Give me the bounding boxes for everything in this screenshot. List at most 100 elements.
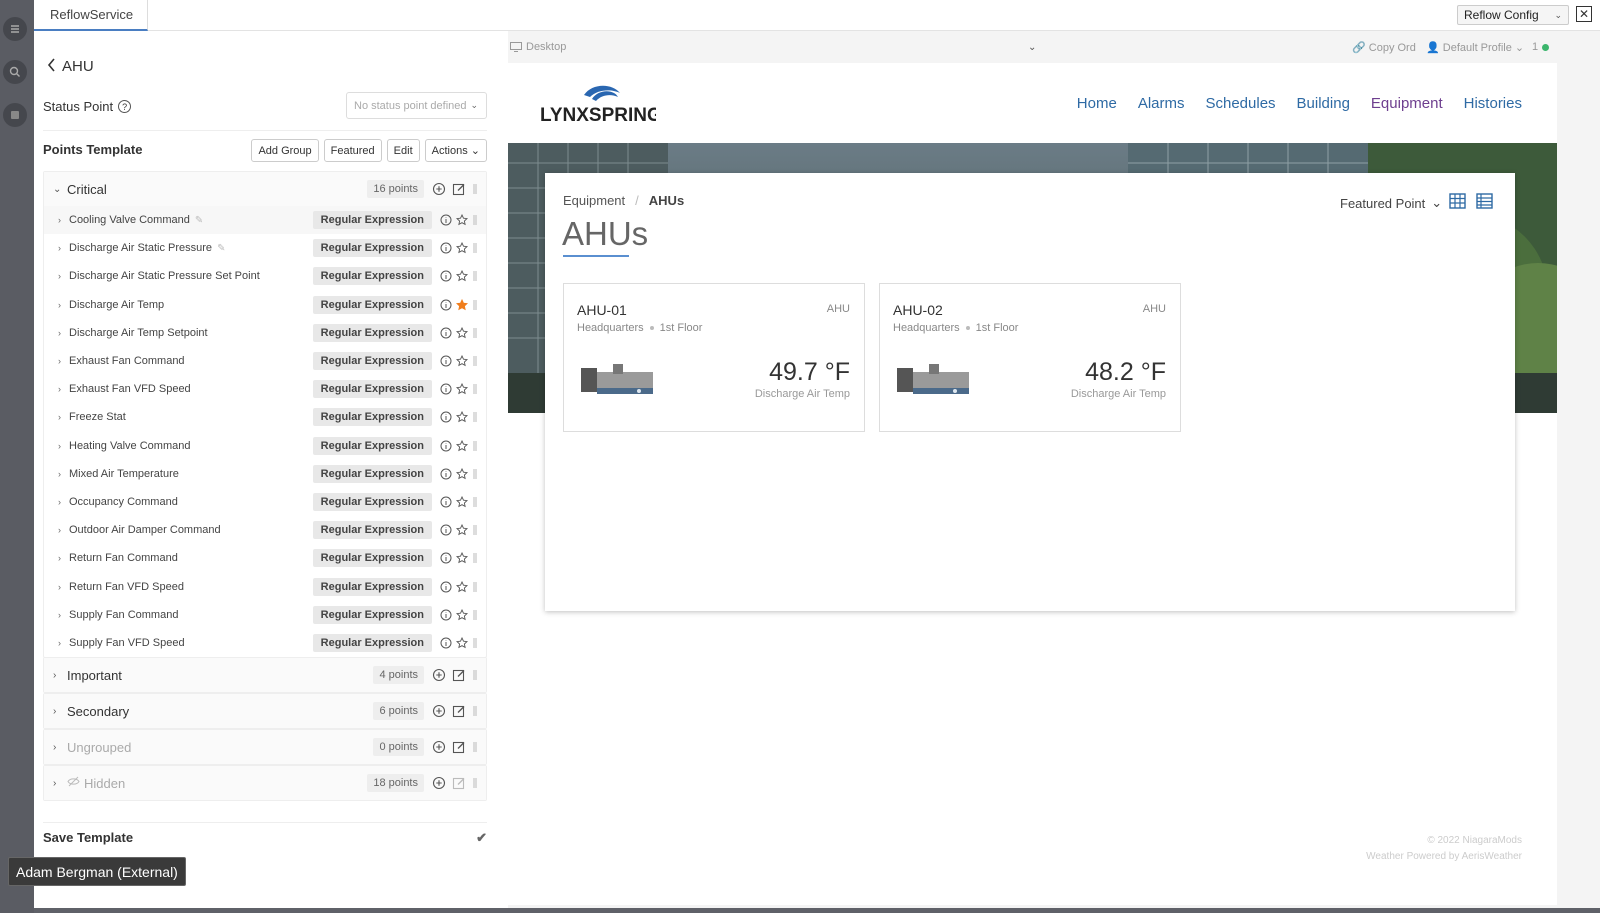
drag-handle-icon[interactable] <box>472 242 478 254</box>
chevron-right-icon[interactable]: › <box>58 412 69 422</box>
group-header-important[interactable]: › Important 4 points <box>44 658 486 692</box>
drag-handle-icon[interactable] <box>472 383 478 395</box>
pencil-icon[interactable]: ✎ <box>217 243 225 254</box>
star-icon[interactable] <box>456 383 468 395</box>
match-type-badge[interactable]: Regular Expression <box>312 492 432 511</box>
featured-point-select[interactable]: Featured Point ⌄ <box>1340 195 1442 211</box>
profile-selector[interactable]: 👤 Default Profile ⌄ <box>1426 41 1524 54</box>
nav-home[interactable]: Home <box>1077 95 1117 112</box>
point-row[interactable]: › Supply Fan Command Regular Expression <box>44 601 486 629</box>
chevron-down-icon[interactable]: ⌄ <box>53 184 67 195</box>
edit-icon[interactable] <box>452 704 466 718</box>
edit-icon[interactable] <box>452 740 466 754</box>
info-icon[interactable] <box>440 383 452 395</box>
point-row[interactable]: › Supply Fan VFD Speed Regular Expression <box>44 629 486 657</box>
chevron-right-icon[interactable]: › <box>58 553 69 563</box>
chevron-right-icon[interactable]: › <box>58 610 69 620</box>
drag-handle-icon[interactable] <box>472 704 478 718</box>
chevron-right-icon[interactable]: › <box>53 742 67 753</box>
group-header-critical[interactable]: ⌄ Critical 16 points <box>44 172 486 206</box>
edit-icon[interactable] <box>452 668 466 682</box>
match-type-badge[interactable]: Regular Expression <box>312 436 432 455</box>
point-row[interactable]: › Discharge Air Static Pressure Set Point… <box>44 262 486 290</box>
close-button[interactable]: ✕ <box>1576 6 1592 22</box>
match-type-badge[interactable]: Regular Expression <box>312 464 432 483</box>
drag-handle-icon[interactable] <box>472 776 478 790</box>
match-type-badge[interactable]: Regular Expression <box>312 295 432 314</box>
edit-icon[interactable] <box>452 182 466 196</box>
drag-handle-icon[interactable] <box>472 552 478 564</box>
info-icon[interactable] <box>440 524 452 536</box>
match-type-badge[interactable]: Regular Expression <box>312 352 432 371</box>
group-header-secondary[interactable]: › Secondary 6 points <box>44 694 486 728</box>
point-row[interactable]: › Discharge Air Temp Regular Expression <box>44 291 486 319</box>
point-row[interactable]: › Occupancy Command Regular Expression <box>44 488 486 516</box>
group-header-ungrouped[interactable]: › Ungrouped 0 points <box>44 730 486 764</box>
info-icon[interactable] <box>440 468 452 480</box>
info-icon[interactable] <box>440 637 452 649</box>
chevron-right-icon[interactable]: › <box>58 356 69 366</box>
star-icon[interactable] <box>456 552 468 564</box>
drag-handle-icon[interactable] <box>472 668 478 682</box>
drag-handle-icon[interactable] <box>472 581 478 593</box>
back-button[interactable]: AHU <box>47 58 94 75</box>
point-row[interactable]: › Freeze Stat Regular Expression <box>44 403 486 431</box>
tab-reflow-service[interactable]: ReflowService <box>34 0 148 31</box>
point-row[interactable]: › Discharge Air Temp Setpoint Regular Expr… <box>44 319 486 347</box>
info-icon[interactable] <box>440 440 452 452</box>
star-icon[interactable] <box>456 355 468 367</box>
info-icon[interactable] <box>440 355 452 367</box>
actions-button[interactable]: Actions ⌄ <box>424 139 487 162</box>
add-circle-icon[interactable] <box>432 776 446 790</box>
chevron-right-icon[interactable]: › <box>58 384 69 394</box>
star-icon[interactable] <box>456 411 468 423</box>
pencil-icon[interactable]: ✎ <box>195 215 203 226</box>
chevron-right-icon[interactable]: › <box>58 271 69 281</box>
info-icon[interactable] <box>440 327 452 339</box>
device-icon[interactable] <box>3 103 27 127</box>
search-icon[interactable] <box>3 60 27 84</box>
point-row[interactable]: › Return Fan Command Regular Expression <box>44 544 486 572</box>
drag-handle-icon[interactable] <box>472 327 478 339</box>
drag-handle-icon[interactable] <box>472 299 478 311</box>
match-type-badge[interactable]: Regular Expression <box>312 577 432 596</box>
info-icon[interactable] <box>440 609 452 621</box>
star-icon[interactable] <box>456 524 468 536</box>
star-icon[interactable] <box>456 439 468 452</box>
chevron-right-icon[interactable]: › <box>53 670 67 681</box>
point-row[interactable]: › Exhaust Fan Command Regular Expression <box>44 347 486 375</box>
star-icon[interactable] <box>456 270 468 282</box>
match-type-badge[interactable]: Regular Expression <box>312 239 432 258</box>
table-view-icon[interactable] <box>1476 193 1493 209</box>
drag-handle-icon[interactable] <box>472 270 478 282</box>
chevron-down-icon[interactable]: ⌄ <box>1028 42 1036 53</box>
star-icon[interactable] <box>456 608 468 621</box>
match-type-badge[interactable]: Regular Expression <box>312 380 432 399</box>
add-group-button[interactable]: Add Group <box>251 139 319 162</box>
match-type-badge[interactable]: Regular Expression <box>312 521 432 540</box>
drag-handle-icon[interactable] <box>472 637 478 649</box>
chevron-right-icon[interactable]: › <box>58 441 69 451</box>
star-icon[interactable] <box>456 495 468 508</box>
chevron-right-icon[interactable]: › <box>58 328 69 338</box>
match-type-badge[interactable]: Regular Expression <box>312 605 432 624</box>
star-icon[interactable] <box>456 298 468 311</box>
star-icon[interactable] <box>456 636 468 649</box>
save-template-button[interactable]: Save Template ✔ <box>43 822 487 852</box>
chevron-right-icon[interactable]: › <box>58 497 69 507</box>
star-icon[interactable] <box>456 326 468 339</box>
chevron-right-icon[interactable]: › <box>58 215 69 225</box>
ahu-card[interactable]: AHU-02 AHU Headquarters 1st Floor 48.2 °F… <box>879 283 1181 432</box>
point-row[interactable]: › Discharge Air Static Pressure ✎ Regular E… <box>44 234 486 262</box>
point-row[interactable]: › Return Fan VFD Speed Regular Expression <box>44 572 486 600</box>
status-point-select[interactable]: No status point defined ⌄ <box>346 92 487 119</box>
menu-icon[interactable] <box>3 17 27 41</box>
chevron-right-icon[interactable]: › <box>58 638 69 648</box>
info-icon[interactable] <box>440 214 452 226</box>
point-row[interactable]: › Mixed Air Temperature Regular Expression <box>44 460 486 488</box>
chevron-right-icon[interactable]: › <box>58 525 69 535</box>
drag-handle-icon[interactable] <box>472 182 478 196</box>
match-type-badge[interactable]: Regular Expression <box>312 323 432 342</box>
point-row[interactable]: › Outdoor Air Damper Command Regular Expre… <box>44 516 486 544</box>
info-icon[interactable] <box>440 270 452 282</box>
